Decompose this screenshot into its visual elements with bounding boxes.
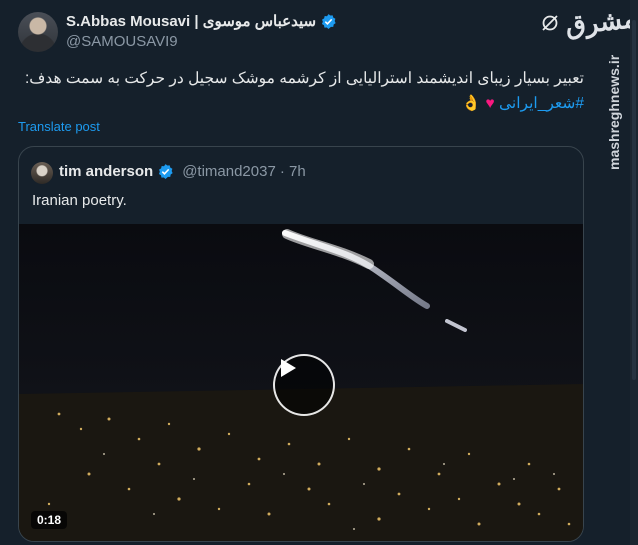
- author-handle[interactable]: @SAMOUSAVI9: [66, 33, 466, 50]
- quoted-post-header: tim anderson @timand2037 · 7h: [59, 163, 306, 180]
- quoted-author-handle[interactable]: @timand2037: [182, 163, 276, 180]
- play-icon: [281, 359, 296, 377]
- quoted-author-avatar[interactable]: [31, 162, 53, 184]
- mashregh-logo: مشرق: [564, 4, 638, 42]
- quoted-verified-badge-icon: [159, 164, 173, 179]
- heart-emoji-icon: ♥: [485, 95, 495, 112]
- ok-hand-emoji-icon: 👌: [461, 95, 482, 112]
- watermark-url: mashreghnews.ir: [606, 54, 622, 170]
- scrollbar-thumb[interactable]: [632, 20, 636, 380]
- post-body: تعبیر بسیار زیبای اندیشمند استرالیایی از…: [24, 70, 584, 87]
- video-player[interactable]: 0:18: [19, 224, 583, 541]
- post-text: تعبیر بسیار زیبای اندیشمند استرالیایی از…: [18, 66, 584, 116]
- grok-icon[interactable]: [540, 13, 560, 33]
- quoted-post-text: Iranian poetry.: [32, 192, 127, 209]
- translate-post-link[interactable]: Translate post: [18, 119, 100, 134]
- play-button[interactable]: [273, 354, 335, 416]
- post: S.Abbas Mousavi | سیدعباس موسوی @SAMOUSA…: [0, 0, 604, 545]
- video-duration: 0:18: [31, 511, 68, 529]
- quoted-post-time: · 7h: [279, 163, 306, 180]
- quoted-author-name[interactable]: tim anderson: [59, 163, 153, 180]
- post-header: S.Abbas Mousavi | سیدعباس موسوی @SAMOUSA…: [66, 11, 466, 50]
- verified-badge-icon: [321, 13, 336, 29]
- quoted-post[interactable]: tim anderson @timand2037 · 7h Iranian po…: [18, 146, 584, 542]
- hashtag-link[interactable]: #شعر_ایرانی: [499, 95, 584, 112]
- author-name[interactable]: S.Abbas Mousavi | سیدعباس موسوی: [66, 12, 316, 30]
- emoji-row: ♥ 👌: [462, 95, 495, 112]
- author-avatar[interactable]: [18, 12, 58, 52]
